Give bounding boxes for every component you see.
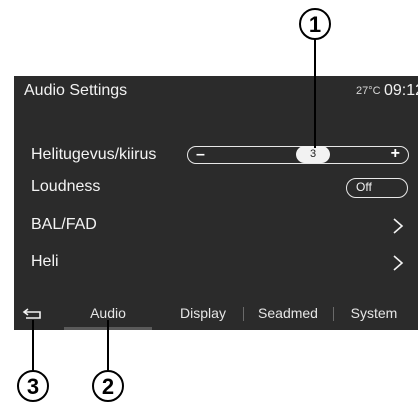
callout-1-number: 1 <box>309 12 321 37</box>
callout-3-number: 3 <box>27 374 39 399</box>
callout-overlay: 1 2 3 <box>17 8 331 402</box>
callout-2-number: 2 <box>102 374 114 399</box>
